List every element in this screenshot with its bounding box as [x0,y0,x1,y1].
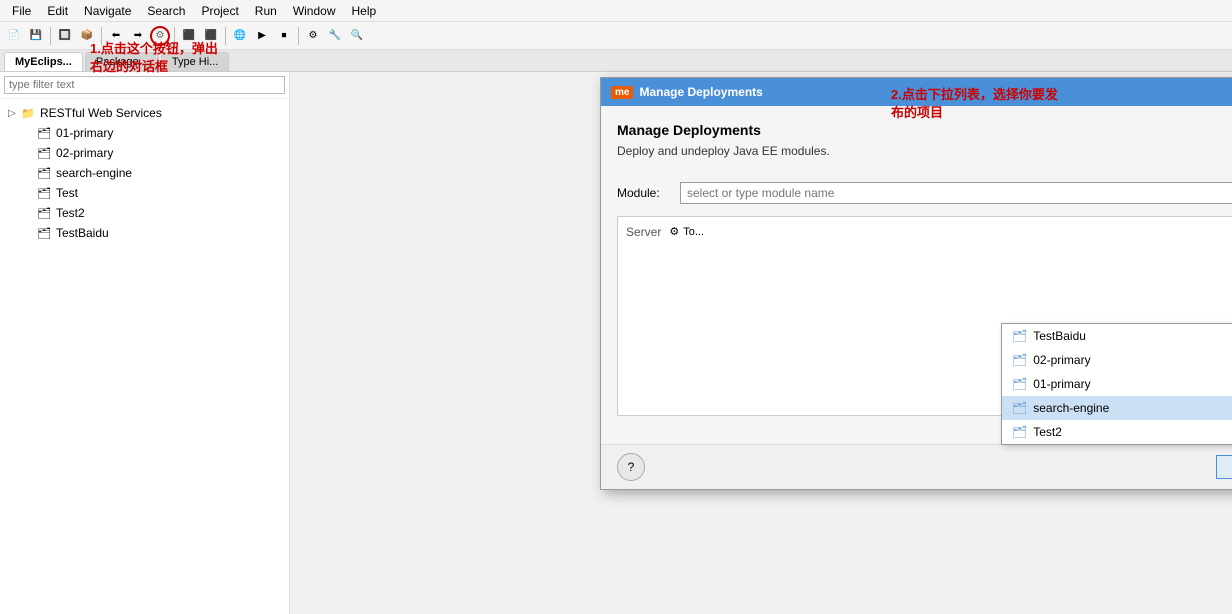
project-icon-01primary: 🗂 [36,125,52,141]
item-label-01primary: 01-primary [1033,377,1090,391]
tree-label-search-engine: search-engine [56,166,132,180]
tree-item-test[interactable]: 🗂 Test [4,183,285,203]
toolbar-btn11[interactable]: ▶ [252,26,272,46]
toolbar-new[interactable]: 📄 [4,26,24,46]
annotation-2: 2.点击下拉列表，选择你要发 布的项目 [891,86,1141,122]
item-label-search-engine: search-engine [1033,401,1109,415]
right-area: me Manage Deployments — □ ✕ Manage Deplo… [290,72,1232,614]
toolbar-btn3[interactable]: 🔲 [55,26,75,46]
tree-view: ▷ 📁 RESTful Web Services 🗂 01-primary 🗂 … [0,99,289,614]
project-icon-search-engine: 🗂 [36,165,52,181]
dialog-footer: ? OK Cancel [601,444,1232,489]
tab-myeclips[interactable]: MyEclips... [4,52,83,71]
dropdown-item-02primary[interactable]: 🗂 02-primary [1002,348,1232,372]
dialog-icon: me [611,86,633,99]
server-item-icon: ⚙ [669,225,679,238]
search-input[interactable] [4,76,285,94]
toolbar-btn13[interactable]: ⚙ [303,26,323,46]
menu-run[interactable]: Run [247,2,285,20]
server-item-label: To... [683,226,704,238]
dropdown-item-01primary[interactable]: 🗂 01-primary [1002,372,1232,396]
toolbar-btn12[interactable]: ⏹ [274,26,294,46]
tree-label-test: Test [56,186,78,200]
toolbar-btn15[interactable]: 🔍 [347,26,367,46]
main-layout: ▷ 📁 RESTful Web Services 🗂 01-primary 🗂 … [0,72,1232,614]
item-label-testbaidu: TestBaidu [1033,329,1086,343]
tree-item-restful[interactable]: ▷ 📁 RESTful Web Services [4,103,285,123]
folder-icon-restful: 📁 [20,105,36,121]
tree-label-test2: Test2 [56,206,85,220]
dialog-subtext: Deploy and undeploy Java EE modules. [617,144,830,158]
menubar: File Edit Navigate Search Project Run Wi… [0,0,1232,22]
ok-button[interactable]: OK [1216,455,1232,479]
project-icon-testbaidu: 🗂 [36,225,52,241]
item-label-02primary: 02-primary [1033,353,1090,367]
tree-label-01primary: 01-primary [56,126,113,140]
toolbar-btn14[interactable]: 🔧 [325,26,345,46]
dialog-body: Manage Deployments Deploy and undeploy J… [601,106,1232,444]
annotation-1: 1.点击这个按钮，弹出 右边的对话框 [90,40,250,76]
menu-file[interactable]: File [4,2,39,20]
tree-label-02primary: 02-primary [56,146,113,160]
module-label: Module: [617,186,672,200]
item-icon-01primary: 🗂 [1012,377,1027,391]
dialog-heading: Manage Deployments [617,122,830,138]
module-row: Module: [617,182,1232,204]
menu-help[interactable]: Help [344,2,385,20]
help-button[interactable]: ? [617,453,645,481]
item-icon-test2: 🗂 [1012,425,1027,439]
project-icon-test2: 🗂 [36,205,52,221]
dropdown-item-search-engine[interactable]: 🗂 search-engine [1002,396,1232,420]
tree-item-testbaidu[interactable]: 🗂 TestBaidu [4,223,285,243]
menu-window[interactable]: Window [285,2,344,20]
dialog-title: Manage Deployments [639,85,762,99]
dialog-manage-deployments: me Manage Deployments — □ ✕ Manage Deplo… [600,77,1232,490]
tree-item-test2[interactable]: 🗂 Test2 [4,203,285,223]
item-label-test2: Test2 [1033,425,1062,439]
module-input-wrap [680,182,1232,204]
tree-label-testbaidu: TestBaidu [56,226,109,240]
tree-item-search-engine[interactable]: 🗂 search-engine [4,163,285,183]
footer-buttons: OK Cancel [1216,455,1232,479]
menu-edit[interactable]: Edit [39,2,76,20]
item-icon-testbaidu: 🗂 [1012,329,1027,343]
menu-project[interactable]: Project [193,2,246,20]
project-icon-02primary: 🗂 [36,145,52,161]
expand-icon-restful: ▷ [8,108,20,119]
dropdown-list[interactable]: 🗂 TestBaidu 🗂 02-primary 🗂 01-primary 🗂 … [1001,323,1232,445]
server-row: ⚙ To... [669,225,1232,238]
toolbar-separator-5 [298,27,299,45]
menu-navigate[interactable]: Navigate [76,2,139,20]
toolbar-btn2[interactable]: 💾 [26,26,46,46]
toolbar-separator-1 [50,27,51,45]
server-label: Server [626,225,661,407]
tree-label-restful: RESTful Web Services [40,106,162,120]
dropdown-item-testbaidu[interactable]: 🗂 TestBaidu [1002,324,1232,348]
item-icon-02primary: 🗂 [1012,353,1027,367]
project-icon-test: 🗂 [36,185,52,201]
module-input[interactable] [681,183,1232,203]
tree-item-02primary[interactable]: 🗂 02-primary [4,143,285,163]
dropdown-item-test2[interactable]: 🗂 Test2 [1002,420,1232,444]
item-icon-search-engine: 🗂 [1012,401,1027,415]
left-panel: ▷ 📁 RESTful Web Services 🗂 01-primary 🗂 … [0,72,290,614]
tree-item-01primary[interactable]: 🗂 01-primary [4,123,285,143]
menu-search[interactable]: Search [139,2,193,20]
